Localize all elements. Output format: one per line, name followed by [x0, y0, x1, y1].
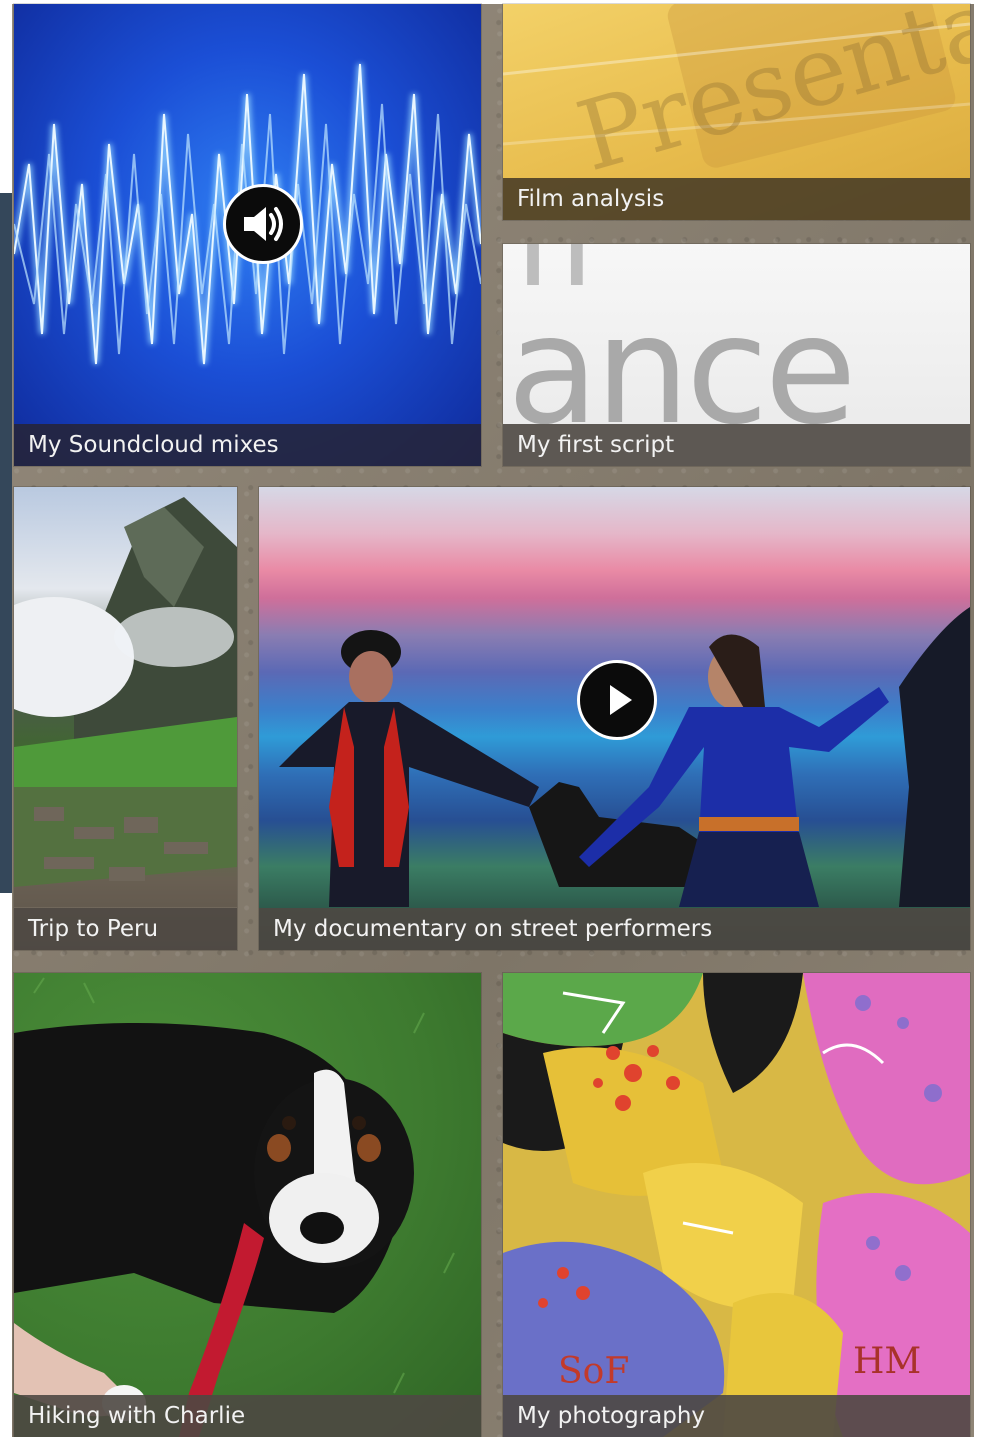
graffiti-tag-hm: HM	[853, 1341, 921, 1382]
tile-caption-charlie: Hiking with Charlie	[14, 1395, 481, 1437]
tile-caption-photography: My photography	[503, 1395, 970, 1437]
sidebar-edge	[0, 193, 12, 893]
tile-hiking-with-charlie[interactable]: Hiking with Charlie	[14, 973, 481, 1437]
tile-caption-soundcloud: My Soundcloud mixes	[14, 424, 481, 466]
peru-photo	[14, 497, 237, 907]
tile-first-script[interactable]: ff ance My first script	[503, 244, 970, 466]
dog-photo	[14, 977, 455, 1437]
tile-film-analysis[interactable]: Presenta Film analysis	[503, 4, 970, 220]
tile-soundcloud[interactable]: My Soundcloud mixes	[14, 4, 481, 466]
play-icon[interactable]	[577, 660, 657, 740]
tile-caption-peru: Trip to Peru	[14, 908, 237, 950]
tile-documentary[interactable]: My documentary on street performers	[259, 487, 970, 950]
tile-caption-film: Film analysis	[503, 178, 970, 220]
speaker-icon[interactable]	[223, 184, 303, 264]
tile-trip-to-peru[interactable]: Trip to Peru	[14, 487, 237, 950]
tile-my-photography[interactable]: SoF HM My photography	[503, 973, 970, 1437]
tile-caption-script: My first script	[503, 424, 970, 466]
tile-caption-documentary: My documentary on street performers	[259, 908, 970, 950]
graffiti-photo: SoF HM	[503, 973, 970, 1437]
graffiti-tag-sof: SoF	[558, 1351, 629, 1392]
